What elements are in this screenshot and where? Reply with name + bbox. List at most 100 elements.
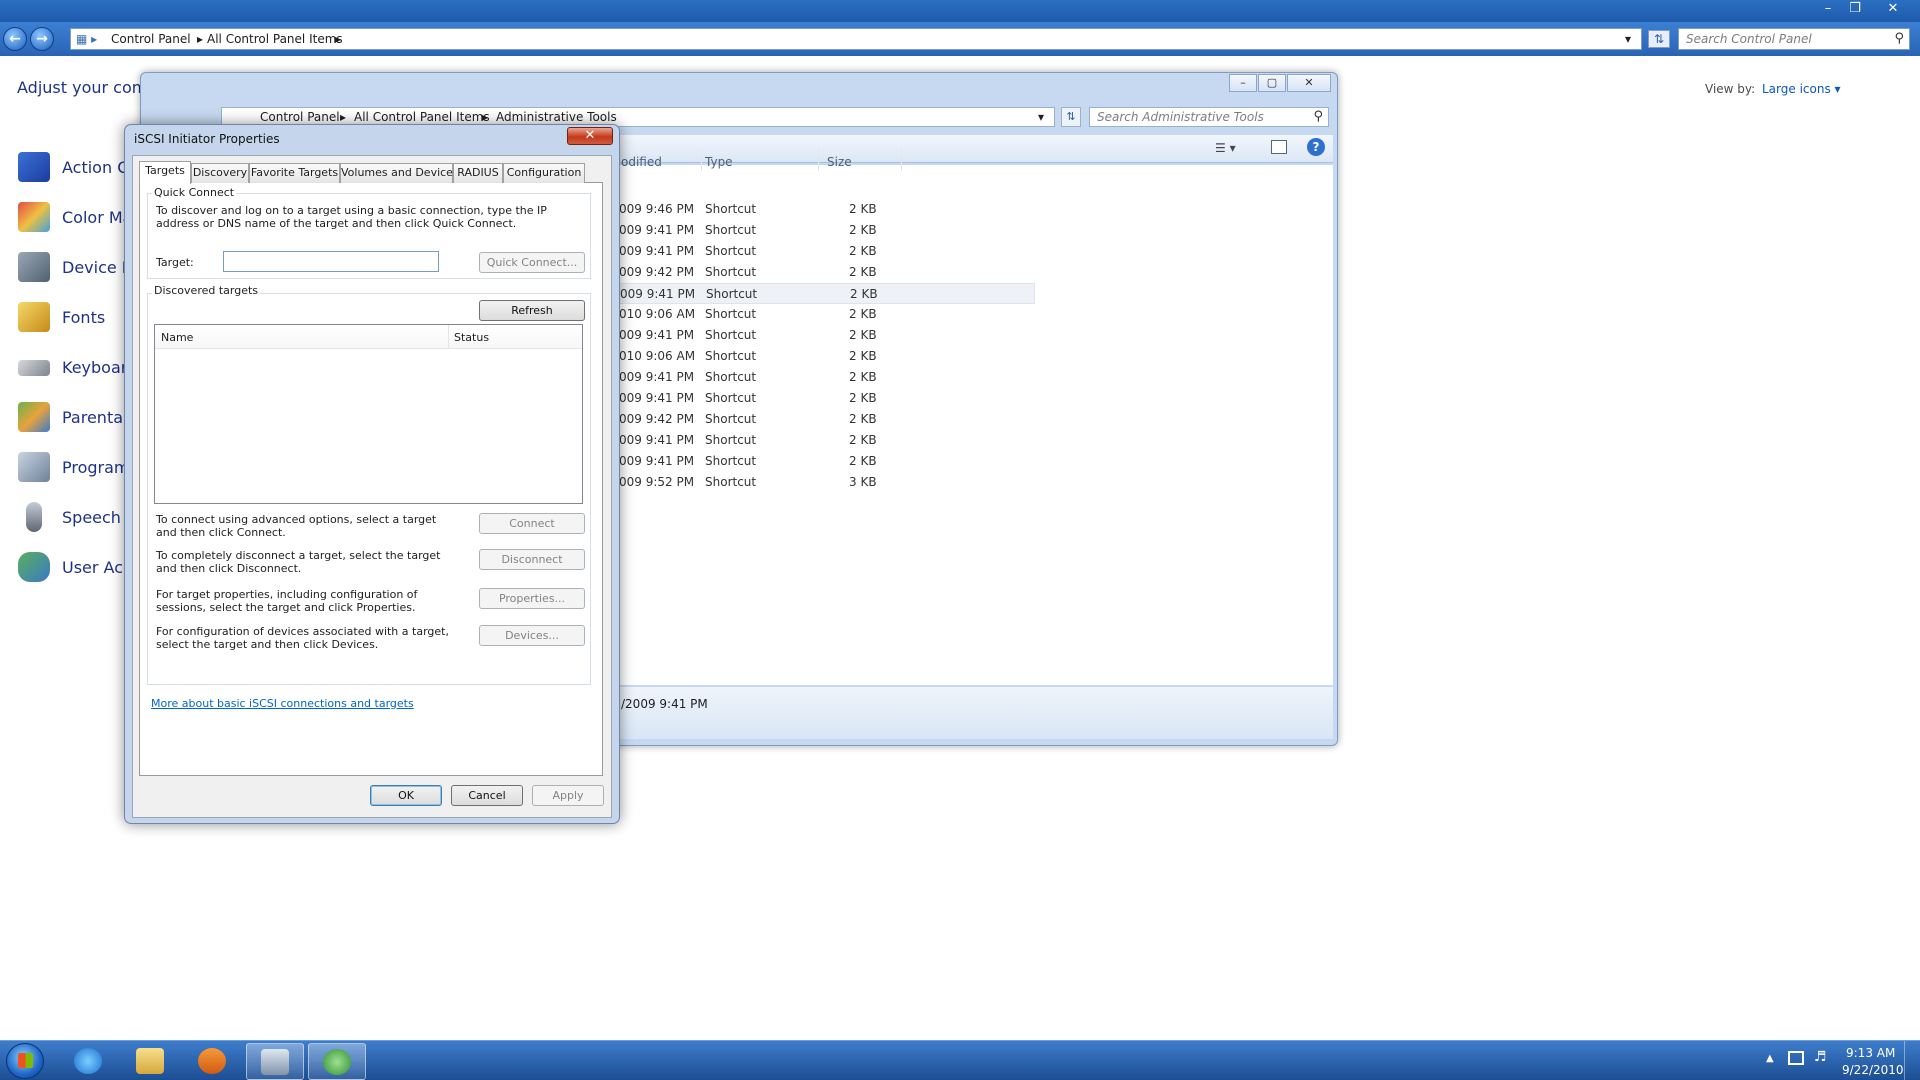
devices-button[interactable]: Devices... [479, 625, 585, 646]
forward-button[interactable]: → [30, 27, 54, 51]
details-modified-date: /2009 9:41 PM [621, 697, 708, 711]
tab-favorite-targets[interactable]: Favorite Targets [249, 163, 340, 183]
address-dropdown-icon[interactable]: ▾ [1038, 110, 1044, 124]
row-size: 2 KB [849, 265, 877, 279]
control-panel-titlebar: – ❐ ✕ [0, 0, 1920, 22]
row-type: Shortcut [705, 244, 757, 258]
cancel-button[interactable]: Cancel [451, 785, 523, 806]
table-row[interactable]: 009 9:41 PM Shortcut 2 KB [609, 451, 1035, 472]
row-modified: 010 9:06 AM [619, 349, 696, 363]
table-row[interactable]: 009 9:42 PM Shortcut 2 KB [609, 262, 1035, 283]
admin-tools-search-input[interactable]: Search Administrative Tools ⚲ [1089, 107, 1329, 127]
close-button[interactable]: ✕ [1880, 0, 1906, 20]
preview-pane-icon[interactable] [1271, 140, 1287, 154]
row-modified: 009 9:42 PM [619, 412, 695, 426]
minimize-button[interactable]: – [1229, 74, 1257, 92]
row-type: Shortcut [705, 454, 757, 468]
disconnect-button[interactable]: Disconnect [479, 549, 585, 570]
address-dropdown-icon[interactable]: ▾ [1625, 32, 1631, 46]
column-header-type[interactable]: Type [705, 155, 733, 169]
control-panel-search-input[interactable]: Search Control Panel ⚲ [1678, 28, 1910, 50]
devices-description: For configuration of devices associated … [156, 625, 449, 651]
back-button[interactable]: ← [3, 27, 27, 51]
column-header-modified[interactable]: odified [621, 155, 662, 169]
row-size: 2 KB [849, 370, 877, 384]
more-about-iscsi-link[interactable]: More about basic iSCSI connections and t… [151, 697, 414, 710]
show-desktop-button[interactable] [1904, 1041, 1919, 1080]
minimize-button[interactable]: – [1815, 0, 1841, 20]
cp-item-keyboard[interactable]: Keyboard [18, 350, 138, 384]
volume-icon[interactable]: ♬ [1814, 1049, 1827, 1065]
breadcrumb-administrative-tools[interactable]: Administrative Tools [496, 110, 617, 124]
table-row[interactable]: 009 9:46 PM Shortcut 2 KB [609, 199, 1035, 220]
table-row[interactable]: 009 9:41 PM Shortcut 2 KB [609, 430, 1035, 451]
table-row-selected[interactable]: 009 9:41 PM Shortcut 2 KB [609, 283, 1035, 304]
cp-item-fonts[interactable]: Fonts [18, 300, 138, 334]
internet-explorer-icon [74, 1048, 102, 1074]
refresh-icon[interactable]: ⇅ [1648, 30, 1670, 48]
cp-item-device-manager[interactable]: Device M [18, 250, 138, 284]
cp-item-color-management[interactable]: Color Ma [18, 200, 138, 234]
breadcrumb-control-panel[interactable]: Control Panel [111, 32, 191, 46]
row-type: Shortcut [706, 287, 758, 301]
taskbar-iscsi-initiator[interactable] [308, 1043, 366, 1080]
control-panel-address-bar[interactable]: ▦ ▸ Control Panel ▸ All Control Panel It… [70, 28, 1642, 50]
tab-radius[interactable]: RADIUS [453, 163, 503, 183]
cp-item-parental-controls[interactable]: Parental [18, 400, 138, 434]
clock-date[interactable]: 9/22/2010 [1842, 1063, 1904, 1077]
taskbar-administrative-tools[interactable] [246, 1043, 304, 1080]
column-header-size[interactable]: Size [827, 155, 852, 169]
close-button[interactable]: ✕ [1287, 74, 1331, 92]
table-row[interactable]: 009 9:52 PM Shortcut 3 KB [609, 472, 1035, 493]
properties-button[interactable]: Properties... [479, 588, 585, 609]
row-type: Shortcut [705, 433, 757, 447]
table-row[interactable]: 010 9:06 AM Shortcut 2 KB [609, 304, 1035, 325]
start-button[interactable] [6, 1043, 44, 1079]
view-options-icon[interactable]: ☰ ▾ [1215, 141, 1236, 155]
discovered-targets-list[interactable]: Name Status [154, 324, 583, 504]
table-row[interactable]: 009 9:41 PM Shortcut 2 KB [609, 367, 1035, 388]
restore-button[interactable]: ❐ [1842, 0, 1868, 20]
taskbar-internet-explorer[interactable] [60, 1043, 118, 1080]
tab-discovery[interactable]: Discovery [191, 163, 249, 183]
taskbar-windows-explorer[interactable] [122, 1043, 180, 1080]
table-row[interactable]: 009 9:41 PM Shortcut 2 KB [609, 388, 1035, 409]
cp-item-speech-recognition[interactable]: Speech R [18, 500, 138, 534]
color-icon [18, 202, 50, 232]
help-icon[interactable]: ? [1307, 138, 1325, 156]
taskbar-media-player[interactable] [184, 1043, 242, 1080]
breadcrumb-all-items[interactable]: All Control Panel Items [207, 32, 343, 46]
quick-connect-button[interactable]: Quick Connect... [479, 252, 585, 273]
column-header-name[interactable]: Name [161, 331, 193, 344]
table-row[interactable]: 010 9:06 AM Shortcut 2 KB [609, 346, 1035, 367]
tab-configuration[interactable]: Configuration [503, 163, 585, 183]
ok-button[interactable]: OK [370, 785, 442, 806]
row-modified: 009 9:42 PM [619, 265, 695, 279]
quick-connect-description: To discover and log on to a target using… [156, 204, 547, 230]
table-row[interactable]: 009 9:41 PM Shortcut 2 KB [609, 220, 1035, 241]
cp-item-programs[interactable]: Programs [18, 450, 138, 484]
maximize-button[interactable]: ▢ [1258, 74, 1286, 92]
row-type: Shortcut [705, 223, 757, 237]
tab-volumes-and-devices[interactable]: Volumes and Devices [340, 163, 459, 183]
cp-item-user-accounts[interactable]: User Acc [18, 550, 138, 584]
refresh-icon[interactable]: ⇅ [1061, 107, 1081, 127]
table-row[interactable]: 009 9:41 PM Shortcut 2 KB [609, 325, 1035, 346]
breadcrumb-control-panel[interactable]: Control Panel [260, 110, 340, 124]
refresh-button[interactable]: Refresh [479, 300, 585, 321]
apply-button[interactable]: Apply [532, 785, 604, 806]
breadcrumb-all-items[interactable]: All Control Panel Items [354, 110, 490, 124]
column-header-status[interactable]: Status [454, 331, 489, 344]
view-by-dropdown[interactable]: Large icons ▾ [1762, 82, 1841, 96]
show-hidden-icons-icon[interactable]: ▲ [1766, 1053, 1774, 1064]
table-row[interactable]: 009 9:42 PM Shortcut 2 KB [609, 409, 1035, 430]
cp-item-action-center[interactable]: Action Ce [18, 150, 138, 184]
dialog-close-button[interactable]: ✕ [567, 127, 613, 145]
target-input[interactable] [223, 251, 439, 272]
table-row[interactable]: 009 9:41 PM Shortcut 2 KB [609, 241, 1035, 262]
clock-time[interactable]: 9:13 AM [1846, 1046, 1895, 1060]
network-icon[interactable] [1788, 1051, 1804, 1065]
row-size: 2 KB [849, 223, 877, 237]
tab-targets[interactable]: Targets [139, 161, 191, 184]
connect-button[interactable]: Connect [479, 513, 585, 534]
